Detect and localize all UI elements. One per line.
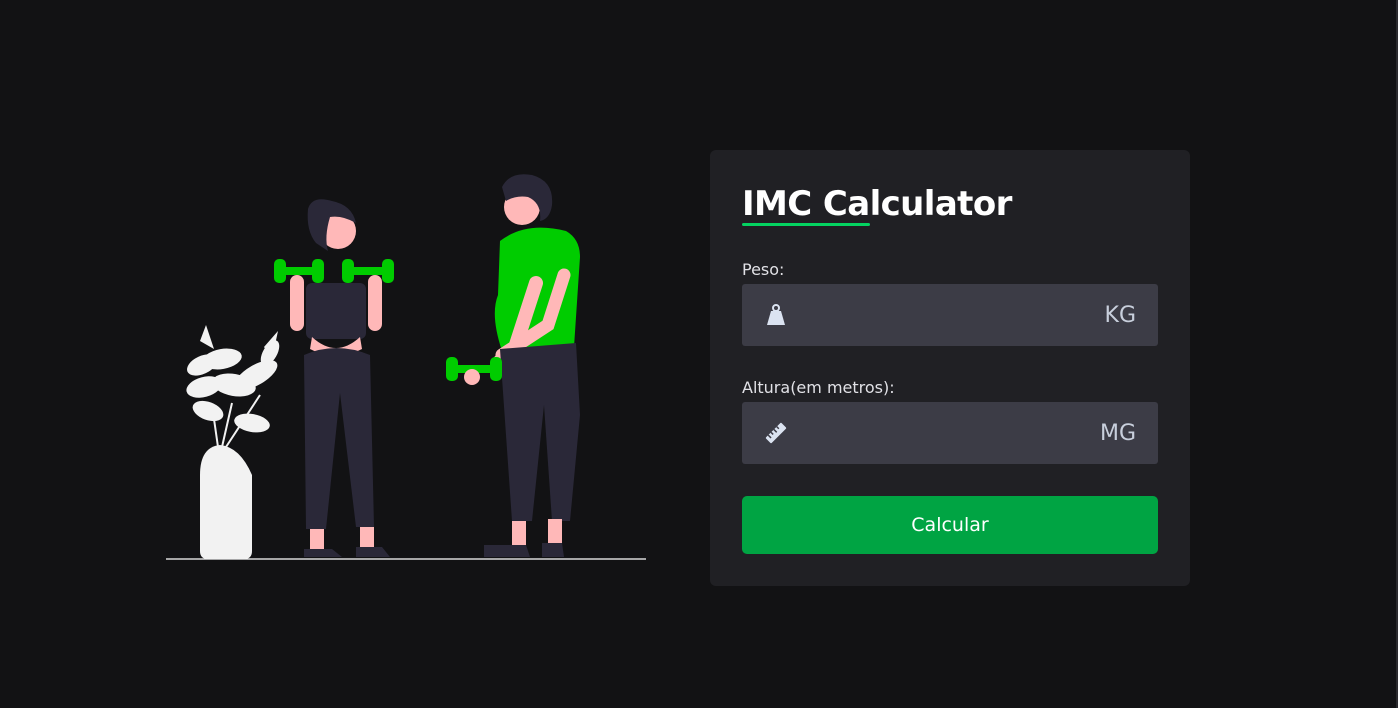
weight-input[interactable] bbox=[788, 284, 1105, 346]
woman-figure bbox=[274, 199, 394, 557]
calculate-button[interactable]: Calcular bbox=[742, 496, 1158, 554]
weight-label: Peso: bbox=[742, 260, 785, 279]
fitness-illustration bbox=[166, 174, 646, 560]
page-title: IMC Calculator bbox=[742, 184, 1012, 224]
man-figure bbox=[446, 174, 580, 557]
plant-illustration bbox=[186, 325, 280, 559]
height-unit: MG bbox=[1099, 420, 1136, 446]
title-underline bbox=[742, 223, 870, 226]
weight-unit: KG bbox=[1104, 302, 1136, 328]
weight-field[interactable]: KG bbox=[742, 284, 1158, 346]
ruler-icon bbox=[764, 421, 788, 445]
weight-icon bbox=[764, 303, 788, 327]
height-input[interactable] bbox=[788, 402, 1100, 464]
imc-calculator-card: IMC Calculator Peso: KG Altura(em metros… bbox=[710, 150, 1190, 586]
height-field[interactable]: MG bbox=[742, 402, 1158, 464]
page: IMC Calculator Peso: KG Altura(em metros… bbox=[0, 0, 1398, 708]
height-label: Altura(em metros): bbox=[742, 378, 895, 397]
dumbbell-right bbox=[342, 259, 394, 283]
